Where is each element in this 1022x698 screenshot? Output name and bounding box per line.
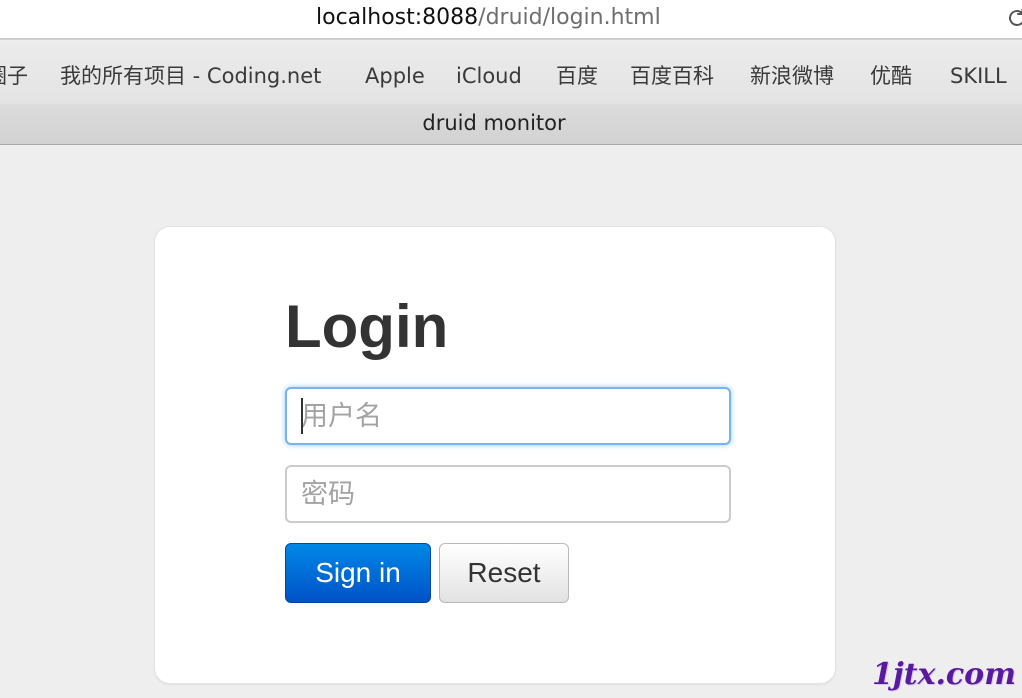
bookmark-item[interactable]: 百度百科 <box>630 62 714 90</box>
tab-bar: druid monitor <box>0 104 1022 145</box>
bookmark-item[interactable]: 圈子 <box>0 62 28 90</box>
watermark: 1jtx.com <box>872 657 1016 692</box>
bookmark-item[interactable]: 优酷 <box>870 62 912 90</box>
text-caret <box>301 398 303 434</box>
sign-in-button[interactable]: Sign in <box>285 543 431 603</box>
login-card: Login Sign in Reset <box>154 226 836 684</box>
url-path: /druid/login.html <box>478 5 661 30</box>
bookmark-item[interactable]: SKILL <box>950 62 1007 90</box>
bookmark-item[interactable]: Apple <box>365 62 425 90</box>
bookmark-item[interactable]: 百度 <box>556 62 598 90</box>
url-host: localhost:8088 <box>316 5 479 30</box>
bookmarks-bar: 圈子 我的所有项目 - Coding.net Apple iCloud 百度 百… <box>0 39 1022 105</box>
tab-title[interactable]: druid monitor <box>0 108 988 138</box>
bookmark-item[interactable]: iCloud <box>456 62 522 90</box>
bookmark-item[interactable]: 我的所有项目 - Coding.net <box>60 62 321 90</box>
password-input[interactable] <box>285 465 731 523</box>
reload-icon[interactable] <box>1005 6 1022 30</box>
address-bar[interactable]: localhost:8088/druid/login.html <box>0 0 1022 39</box>
username-input[interactable] <box>285 387 731 445</box>
url-text[interactable]: localhost:8088/druid/login.html <box>316 4 661 32</box>
page-content: Login Sign in Reset <box>0 146 1022 698</box>
bookmark-item[interactable]: 新浪微博 <box>750 62 834 90</box>
login-heading: Login <box>285 293 449 360</box>
reset-button[interactable]: Reset <box>439 543 569 603</box>
